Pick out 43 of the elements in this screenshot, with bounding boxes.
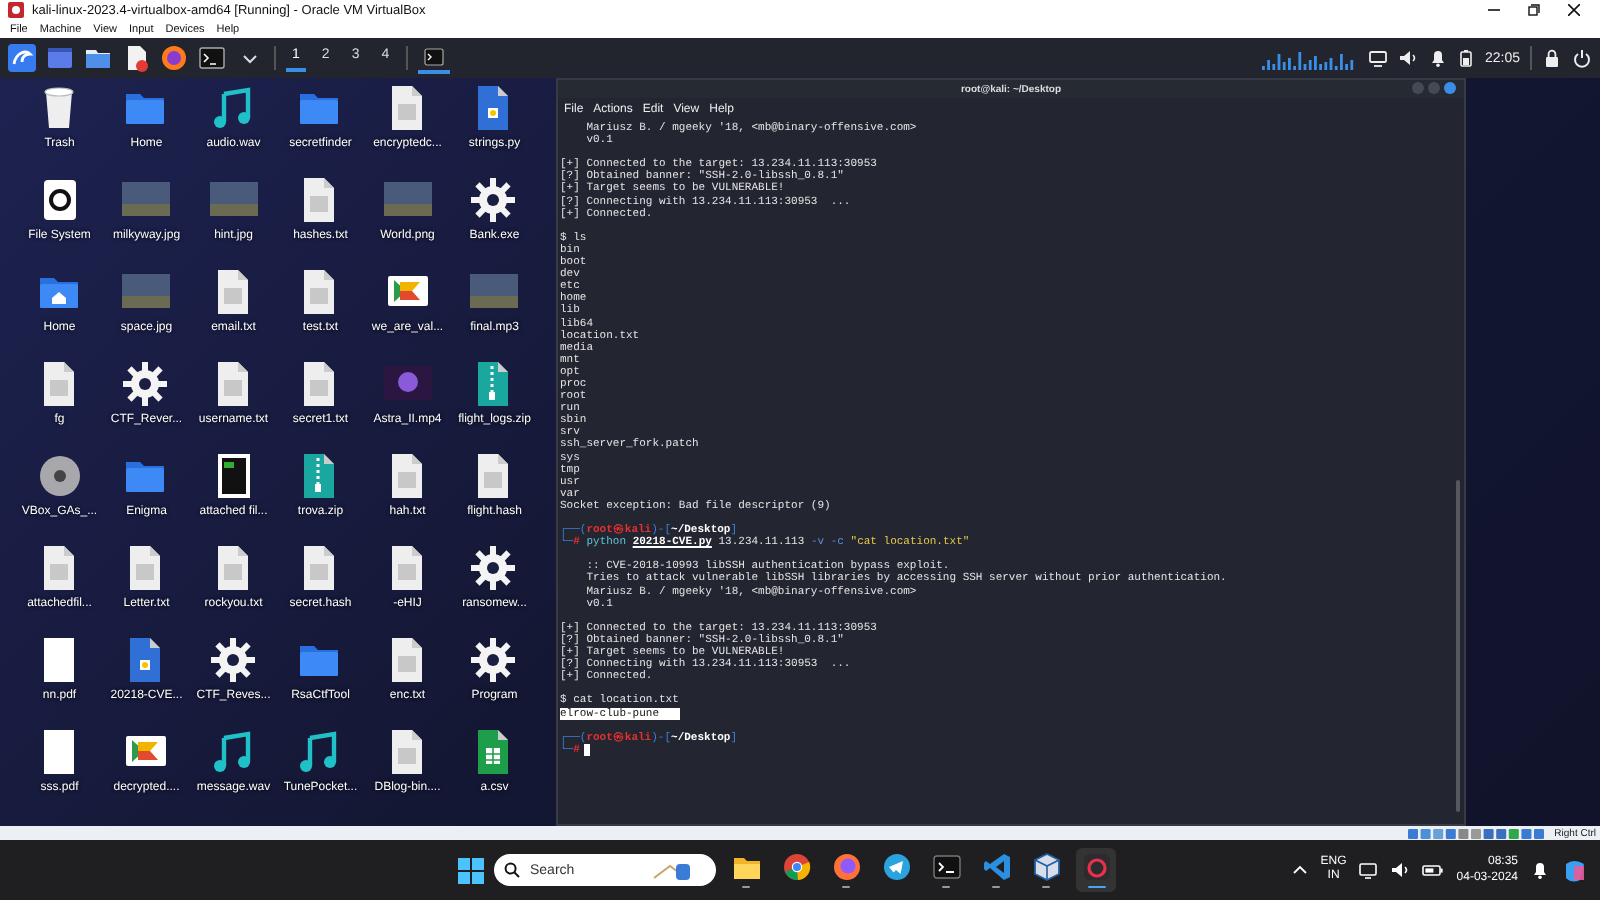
terminal-icon [931, 851, 961, 882]
start-button-icon[interactable] [458, 857, 484, 883]
gear-icon[interactable] [470, 176, 519, 224]
power-icon[interactable] [1572, 48, 1592, 68]
gear-icon[interactable] [122, 360, 171, 408]
assistant-logo-icon[interactable] [1562, 857, 1588, 883]
network-icon[interactable] [1358, 860, 1379, 880]
gear-icon[interactable] [470, 544, 519, 592]
minimize-icon[interactable] [1488, 4, 1500, 16]
chevron-up-icon[interactable] [1292, 862, 1309, 878]
search-highlight-drawing [650, 858, 694, 882]
app-icon [1081, 851, 1111, 882]
volume-icon[interactable] [1390, 860, 1411, 880]
taskbar-window-button[interactable] [417, 43, 450, 73]
folder-icon[interactable] [84, 44, 112, 72]
browser-icon[interactable] [160, 44, 188, 72]
disc-icon[interactable] [35, 452, 84, 500]
terminal-icon [423, 47, 444, 65]
browser-icon [831, 851, 861, 882]
browser-icon [781, 851, 811, 882]
terminal-icon[interactable] [198, 44, 226, 72]
lock-icon[interactable] [1542, 48, 1562, 68]
status-icons-drawing [1408, 827, 1549, 839]
scrollbar-thumb[interactable] [1456, 480, 1460, 812]
text-editor-icon[interactable] [122, 44, 150, 72]
bell-icon[interactable] [1428, 48, 1449, 68]
volume-icon[interactable] [1398, 48, 1419, 68]
close-icon[interactable] [1568, 4, 1580, 16]
battery-icon[interactable] [1422, 860, 1445, 880]
restore-icon[interactable] [1528, 4, 1540, 16]
code-editor-icon [981, 851, 1011, 882]
cube-icon [1031, 851, 1061, 882]
gear-icon[interactable] [470, 636, 519, 684]
close-button[interactable] [1444, 82, 1456, 94]
gear-icon[interactable] [209, 636, 258, 684]
dragon-logo-icon[interactable] [8, 44, 36, 72]
window-icon[interactable] [46, 44, 74, 72]
battery-icon[interactable] [1458, 48, 1475, 68]
bell-icon[interactable] [1530, 860, 1550, 880]
network-graph-drawing [1262, 46, 1359, 70]
search-icon [504, 862, 520, 878]
display-icon[interactable] [1368, 48, 1389, 68]
paper-plane-icon [881, 851, 911, 882]
